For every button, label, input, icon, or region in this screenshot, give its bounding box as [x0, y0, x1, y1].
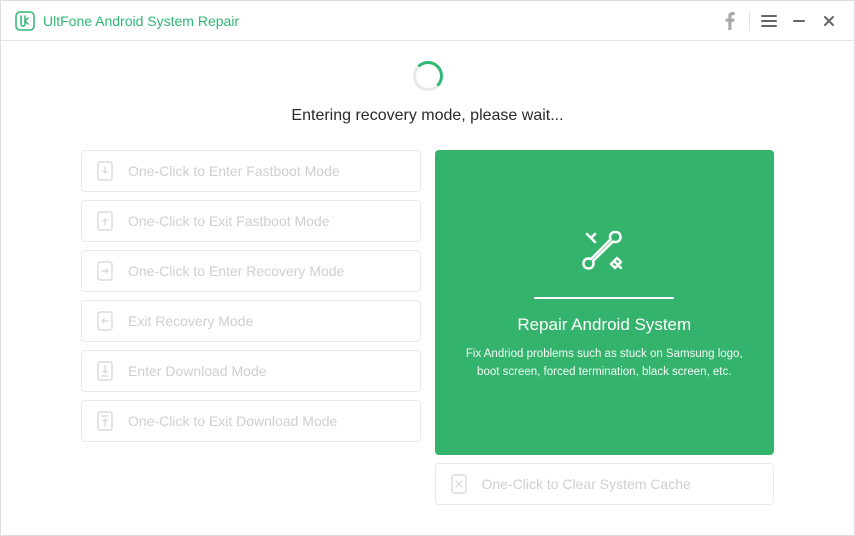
- phone-upload-icon: [96, 411, 114, 431]
- minimize-button[interactable]: [784, 6, 814, 36]
- menu-icon[interactable]: [754, 6, 784, 36]
- repair-android-card[interactable]: Repair Android System Fix Andriod proble…: [435, 150, 775, 455]
- phone-download-icon: [96, 361, 114, 381]
- status-area: Entering recovery mode, please wait...: [81, 61, 774, 125]
- phone-recovery-in-icon: [96, 261, 114, 281]
- phone-arrow-out-icon: [96, 211, 114, 231]
- loading-spinner-icon: [413, 61, 443, 91]
- enter-fastboot-button: One-Click to Enter Fastboot Mode: [81, 150, 421, 192]
- exit-recovery-button: Exit Recovery Mode: [81, 300, 421, 342]
- titlebar-separator: [749, 11, 750, 31]
- exit-download-button: One-Click to Exit Download Mode: [81, 400, 421, 442]
- enter-recovery-button: One-Click to Enter Recovery Mode: [81, 250, 421, 292]
- option-label: One-Click to Exit Fastboot Mode: [128, 213, 406, 229]
- phone-clear-icon: [450, 474, 468, 494]
- exit-fastboot-button: One-Click to Exit Fastboot Mode: [81, 200, 421, 242]
- option-label: One-Click to Clear System Cache: [482, 476, 760, 492]
- enter-download-button: Enter Download Mode: [81, 350, 421, 392]
- app-title: UltFone Android System Repair: [43, 13, 239, 29]
- close-button[interactable]: [814, 6, 844, 36]
- repair-card-title: Repair Android System: [517, 315, 691, 335]
- phone-recovery-out-icon: [96, 311, 114, 331]
- option-label: One-Click to Enter Fastboot Mode: [128, 163, 406, 179]
- options-grid: One-Click to Enter Fastboot Mode One-Cli…: [81, 150, 774, 505]
- repair-card-desc: Fix Andriod problems such as stuck on Sa…: [463, 345, 747, 382]
- card-divider: [534, 297, 674, 299]
- status-message: Entering recovery mode, please wait...: [291, 107, 563, 125]
- right-options-column: Repair Android System Fix Andriod proble…: [435, 150, 775, 505]
- option-label: Enter Download Mode: [128, 363, 406, 379]
- left-options-column: One-Click to Enter Fastboot Mode One-Cli…: [81, 150, 421, 505]
- content-area: Entering recovery mode, please wait... O…: [1, 41, 854, 535]
- facebook-icon[interactable]: [715, 6, 745, 36]
- phone-arrow-in-icon: [96, 161, 114, 181]
- app-logo-icon: [15, 11, 35, 31]
- app-window: UltFone Android System Repair Entering r…: [0, 0, 855, 536]
- option-label: One-Click to Exit Download Mode: [128, 413, 406, 429]
- option-label: Exit Recovery Mode: [128, 313, 406, 329]
- clear-cache-button: One-Click to Clear System Cache: [435, 463, 775, 505]
- titlebar: UltFone Android System Repair: [1, 1, 854, 41]
- option-label: One-Click to Enter Recovery Mode: [128, 263, 406, 279]
- tools-icon: [577, 224, 631, 283]
